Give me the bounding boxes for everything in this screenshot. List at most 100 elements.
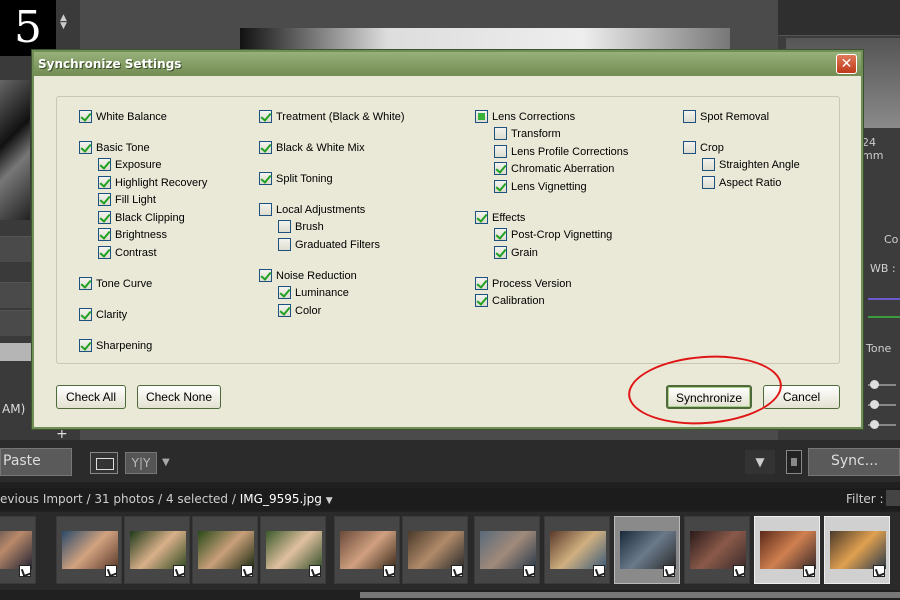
filmstrip-scrollbar[interactable] — [360, 592, 900, 598]
checkbox-icon[interactable] — [702, 158, 715, 171]
setting-checkbox-black-clipping[interactable]: Black Clipping — [98, 211, 185, 224]
setting-checkbox-effects[interactable]: Effects — [475, 211, 525, 224]
checkbox-icon[interactable] — [278, 238, 291, 251]
setting-checkbox-brightness[interactable]: Brightness — [98, 228, 167, 241]
setting-checkbox-sharpening[interactable]: Sharpening — [79, 339, 152, 352]
auto-sync-switch[interactable] — [786, 450, 802, 474]
filmstrip-thumbnail[interactable] — [124, 516, 190, 584]
setting-checkbox-local-adjustments[interactable]: Local Adjustments — [259, 203, 365, 216]
setting-checkbox-highlight-recovery[interactable]: Highlight Recovery — [98, 176, 207, 189]
setting-checkbox-chromatic-aberration[interactable]: Chromatic Aberration — [494, 162, 614, 175]
toolbar-menu-chevron-icon[interactable]: ▼ — [745, 450, 775, 474]
checkbox-icon[interactable] — [475, 211, 488, 224]
check-all-button[interactable]: Check All — [56, 385, 126, 409]
filmstrip-thumbnail[interactable] — [544, 516, 610, 584]
setting-checkbox-fill-light[interactable]: Fill Light — [98, 193, 156, 206]
setting-checkbox-exposure[interactable]: Exposure — [98, 158, 161, 171]
setting-checkbox-brush[interactable]: Brush — [278, 220, 324, 233]
setting-checkbox-color[interactable]: Color — [278, 304, 321, 317]
checkbox-icon[interactable] — [278, 286, 291, 299]
checkbox-icon[interactable] — [259, 110, 272, 123]
setting-checkbox-post-crop-vignetting[interactable]: Post-Crop Vignetting — [494, 228, 612, 241]
setting-checkbox-graduated-filters[interactable]: Graduated Filters — [278, 238, 380, 251]
checkbox-icon[interactable] — [494, 180, 507, 193]
checkbox-icon[interactable] — [683, 110, 696, 123]
checkbox-icon[interactable] — [259, 141, 272, 154]
setting-checkbox-white-balance[interactable]: White Balance — [79, 110, 167, 123]
temp-slider-track[interactable] — [868, 298, 900, 300]
before-after-button[interactable]: Y|Y — [125, 452, 157, 474]
checkbox-icon[interactable] — [475, 110, 488, 123]
checkbox-icon[interactable] — [259, 203, 272, 216]
setting-checkbox-grain[interactable]: Grain — [494, 246, 538, 259]
slider-knob[interactable] — [870, 420, 879, 429]
close-icon[interactable]: ✕ — [836, 54, 857, 74]
setting-checkbox-lens-corrections[interactable]: Lens Corrections — [475, 110, 575, 123]
setting-checkbox-straighten-angle[interactable]: Straighten Angle — [702, 158, 800, 171]
sync-button[interactable]: Sync... — [808, 448, 900, 476]
chevron-down-icon[interactable]: ▼ — [162, 457, 170, 468]
checkbox-icon[interactable] — [475, 294, 488, 307]
checkbox-icon[interactable] — [278, 304, 291, 317]
setting-checkbox-black-white-mix[interactable]: Black & White Mix — [259, 141, 365, 154]
chevron-down-icon[interactable]: ▼ — [326, 496, 333, 506]
filter-dropdown[interactable] — [886, 490, 900, 506]
checkbox-icon[interactable] — [259, 172, 272, 185]
checkbox-icon[interactable] — [79, 308, 92, 321]
filmstrip-thumbnail[interactable] — [260, 516, 326, 584]
tint-slider-track[interactable] — [868, 316, 900, 318]
setting-checkbox-lens-vignetting[interactable]: Lens Vignetting — [494, 180, 587, 193]
paste-button[interactable]: Paste — [0, 448, 72, 476]
setting-checkbox-aspect-ratio[interactable]: Aspect Ratio — [702, 176, 781, 189]
setting-checkbox-crop[interactable]: Crop — [683, 141, 724, 154]
checkbox-icon[interactable] — [98, 211, 111, 224]
check-none-button[interactable]: Check None — [137, 385, 221, 409]
filmstrip-thumbnail[interactable] — [0, 516, 36, 584]
setting-checkbox-calibration[interactable]: Calibration — [475, 294, 545, 307]
checkbox-icon[interactable] — [79, 141, 92, 154]
slider-knob[interactable] — [870, 380, 879, 389]
setting-checkbox-tone-curve[interactable]: Tone Curve — [79, 277, 152, 290]
setting-checkbox-lens-profile-corrections[interactable]: Lens Profile Corrections — [494, 145, 628, 158]
up-down-arrows-icon[interactable]: ▲ ▼ — [60, 14, 67, 31]
filmstrip-thumbnail[interactable] — [402, 516, 468, 584]
checkbox-icon[interactable] — [79, 339, 92, 352]
checkbox-icon[interactable] — [683, 141, 696, 154]
setting-checkbox-split-toning[interactable]: Split Toning — [259, 172, 333, 185]
setting-checkbox-process-version[interactable]: Process Version — [475, 277, 571, 290]
checkbox-icon[interactable] — [98, 158, 111, 171]
checkbox-icon[interactable] — [475, 277, 488, 290]
checkbox-icon[interactable] — [494, 145, 507, 158]
checkbox-icon[interactable] — [79, 277, 92, 290]
checkbox-icon[interactable] — [98, 228, 111, 241]
filmstrip-thumbnail[interactable] — [684, 516, 750, 584]
slider-knob[interactable] — [870, 400, 879, 409]
filmstrip-thumbnail[interactable] — [334, 516, 400, 584]
checkbox-icon[interactable] — [702, 176, 715, 189]
checkbox-icon[interactable] — [98, 246, 111, 259]
checkbox-icon[interactable] — [79, 110, 92, 123]
checkbox-icon[interactable] — [494, 246, 507, 259]
selected-folder-row[interactable] — [0, 343, 36, 361]
setting-checkbox-basic-tone[interactable]: Basic Tone — [79, 141, 150, 154]
setting-checkbox-noise-reduction[interactable]: Noise Reduction — [259, 269, 357, 282]
setting-checkbox-spot-removal[interactable]: Spot Removal — [683, 110, 769, 123]
filmstrip-thumbnail[interactable] — [192, 516, 258, 584]
checkbox-icon[interactable] — [494, 162, 507, 175]
setting-checkbox-treatment-black-white[interactable]: Treatment (Black & White) — [259, 110, 405, 123]
loupe-view-icon[interactable] — [90, 452, 118, 474]
filmstrip-thumbnail[interactable] — [474, 516, 540, 584]
setting-checkbox-luminance[interactable]: Luminance — [278, 286, 349, 299]
checkbox-icon[interactable] — [494, 228, 507, 241]
checkbox-icon[interactable] — [259, 269, 272, 282]
filmstrip-thumbnail[interactable] — [56, 516, 122, 584]
filmstrip-breadcrumb[interactable]: evious Import / 31 photos / 4 selected /… — [0, 492, 333, 506]
setting-checkbox-contrast[interactable]: Contrast — [98, 246, 157, 259]
filmstrip-thumbnail-selected[interactable] — [614, 516, 680, 584]
filmstrip-thumbnail-selected[interactable] — [824, 516, 890, 584]
checkbox-icon[interactable] — [98, 193, 111, 206]
filmstrip-thumbnail-selected[interactable] — [754, 516, 820, 584]
checkbox-icon[interactable] — [494, 127, 507, 140]
setting-checkbox-transform[interactable]: Transform — [494, 127, 561, 140]
setting-checkbox-clarity[interactable]: Clarity — [79, 308, 127, 321]
